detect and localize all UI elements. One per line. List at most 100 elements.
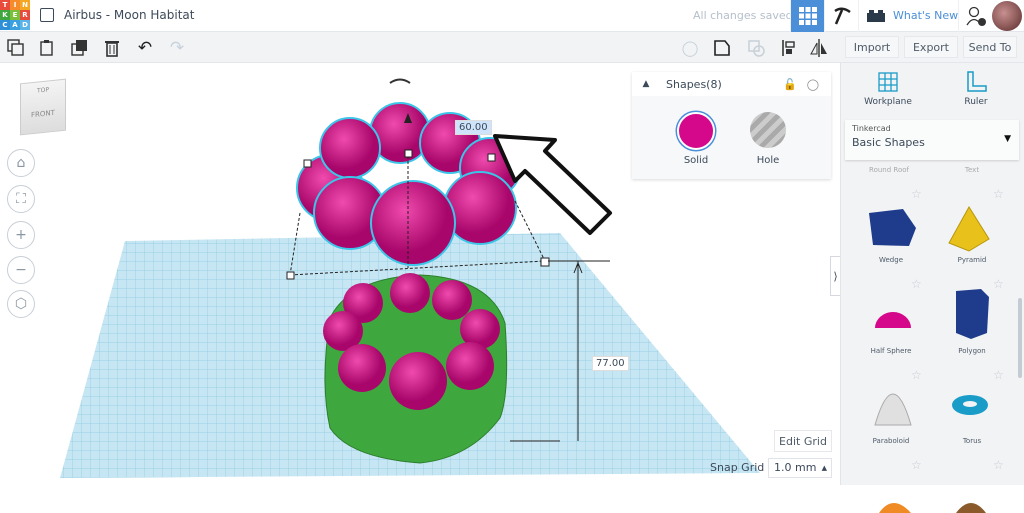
whats-new-link[interactable]: What's New <box>893 9 958 22</box>
perspective-button[interactable]: ⬡ <box>7 290 35 318</box>
ungroup-icon[interactable] <box>745 37 767 59</box>
undo-icon[interactable]: ↶ <box>134 37 156 59</box>
send-to-button[interactable]: Send To <box>963 36 1017 58</box>
half-sphere-shape <box>875 312 911 328</box>
brick-icon <box>866 10 885 22</box>
star-icon[interactable]: ☆ <box>993 368 1004 382</box>
ruler-button[interactable]: Ruler <box>951 71 1001 107</box>
top-bar: T I N K E R C A D Airbus - Moon Habitat … <box>0 0 1024 32</box>
snap-grid-select[interactable]: 1.0 mm ▲ <box>768 458 832 478</box>
view-cube-front: FRONT <box>31 108 55 120</box>
design-list-icon[interactable] <box>40 8 54 22</box>
user-avatar[interactable] <box>992 1 1022 31</box>
shape-label: Text <box>964 166 980 174</box>
library-source: Tinkercad <box>852 124 891 133</box>
pickaxe-icon <box>833 7 851 25</box>
height-dimension-input[interactable]: 77.00 <box>592 356 629 371</box>
shape-label-paraboloid[interactable]: Paraboloid <box>856 437 926 445</box>
redo-icon[interactable]: ↷ <box>166 37 188 59</box>
ruler-icon <box>967 71 987 92</box>
pyramid-shape <box>948 206 990 252</box>
unlock-icon[interactable]: 🔓 <box>783 78 797 91</box>
minus-icon: − <box>15 262 27 278</box>
invite-user-button[interactable] <box>958 0 992 32</box>
zoom-in-button[interactable]: + <box>7 221 35 249</box>
caret-down-icon: ▼ <box>1004 134 1011 144</box>
workplane-button[interactable]: Workplane <box>863 71 913 107</box>
zoom-out-button[interactable]: − <box>7 256 35 284</box>
shape-inspector: ▲ Shapes(8) 🔓 ◯ Solid Hole <box>632 72 831 179</box>
view-cube-top: TOP <box>36 86 49 95</box>
width-dimension-input[interactable]: 60.00 <box>455 120 492 135</box>
caret-up-icon: ▲ <box>821 464 827 472</box>
logo-letter: E <box>10 10 20 20</box>
star-icon[interactable]: ☆ <box>911 458 922 472</box>
shape-label-wedge[interactable]: Wedge <box>856 256 926 264</box>
align-icon[interactable] <box>778 37 800 59</box>
home-view-button[interactable]: ⌂ <box>7 149 35 177</box>
solid-button[interactable] <box>677 112 715 150</box>
shape-label-pyramid[interactable]: Pyramid <box>937 256 1007 264</box>
shapes-library-panel: Workplane Ruler Tinkercad Basic Shapes ▼… <box>840 63 1024 513</box>
minecraft-view-button[interactable] <box>824 0 858 32</box>
workplane-label: Workplane <box>864 97 912 107</box>
hole-button[interactable] <box>750 112 786 148</box>
star-icon[interactable]: ☆ <box>911 187 922 201</box>
logo-letter: R <box>20 10 30 20</box>
logo-letter: D <box>20 20 30 30</box>
plus-icon: + <box>15 227 27 243</box>
library-name: Basic Shapes <box>852 136 925 149</box>
export-button[interactable]: Export <box>904 36 958 58</box>
shape-label-torus[interactable]: Torus <box>937 437 1007 445</box>
paste-icon[interactable] <box>36 37 58 59</box>
lightbulb-icon[interactable]: ◯ <box>679 37 701 59</box>
save-status: All changes saved <box>693 9 793 22</box>
duplicate-icon[interactable] <box>69 37 91 59</box>
delete-icon[interactable] <box>101 37 123 59</box>
fit-icon: ⛶ <box>16 191 26 207</box>
star-icon[interactable]: ☆ <box>993 458 1004 472</box>
mirror-icon[interactable] <box>808 37 830 59</box>
star-icon[interactable]: ☆ <box>911 368 922 382</box>
tinkercad-logo[interactable]: T I N K E R C A D <box>0 0 30 30</box>
ruler-label: Ruler <box>964 97 988 107</box>
logo-letter: N <box>20 0 30 10</box>
scrollbar[interactable] <box>1018 298 1022 378</box>
snap-grid-label: Snap Grid <box>710 461 765 474</box>
shape-label-half-sphere[interactable]: Half Sphere <box>856 347 926 355</box>
fit-view-button[interactable]: ⛶ <box>7 185 35 213</box>
library-select[interactable]: Tinkercad Basic Shapes ▼ <box>845 120 1019 160</box>
copy-icon[interactable] <box>5 37 27 59</box>
star-icon[interactable]: ☆ <box>993 187 1004 201</box>
home-icon: ⌂ <box>16 155 26 171</box>
chevron-right-icon: ⟩ <box>833 269 838 283</box>
3d-design-view-button[interactable] <box>790 0 824 32</box>
snap-grid-value: 1.0 mm <box>774 461 817 474</box>
wedge-shape <box>869 209 916 246</box>
torus-shape <box>952 395 988 415</box>
grid-icon <box>798 7 817 25</box>
star-icon[interactable]: ☆ <box>993 277 1004 291</box>
design-title[interactable]: Airbus - Moon Habitat <box>64 8 194 22</box>
lightbulb-icon[interactable]: ◯ <box>807 78 819 91</box>
logo-letter: A <box>10 20 20 30</box>
logo-letter: K <box>0 10 10 20</box>
cube-icon: ⬡ <box>14 296 28 312</box>
star-icon[interactable]: ☆ <box>911 277 922 291</box>
inspector-title: Shapes(8) <box>666 77 722 91</box>
workplane-icon <box>878 72 898 92</box>
paraboloid-shape <box>874 393 912 426</box>
logo-letter: T <box>0 0 10 10</box>
group-icon[interactable] <box>711 37 733 59</box>
import-button[interactable]: Import <box>845 36 899 58</box>
solid-label: Solid <box>683 155 709 166</box>
edit-grid-button[interactable]: Edit Grid <box>774 430 832 452</box>
hole-label: Hole <box>756 155 780 166</box>
shape-label-polygon[interactable]: Polygon <box>937 347 1007 355</box>
brick-view-button[interactable] <box>858 0 892 32</box>
polygon-shape <box>956 289 989 339</box>
view-cube[interactable]: TOP FRONT <box>20 78 66 136</box>
logo-letter: I <box>10 0 20 10</box>
logo-letter: C <box>0 20 10 30</box>
collapse-icon[interactable]: ▲ <box>632 79 660 89</box>
